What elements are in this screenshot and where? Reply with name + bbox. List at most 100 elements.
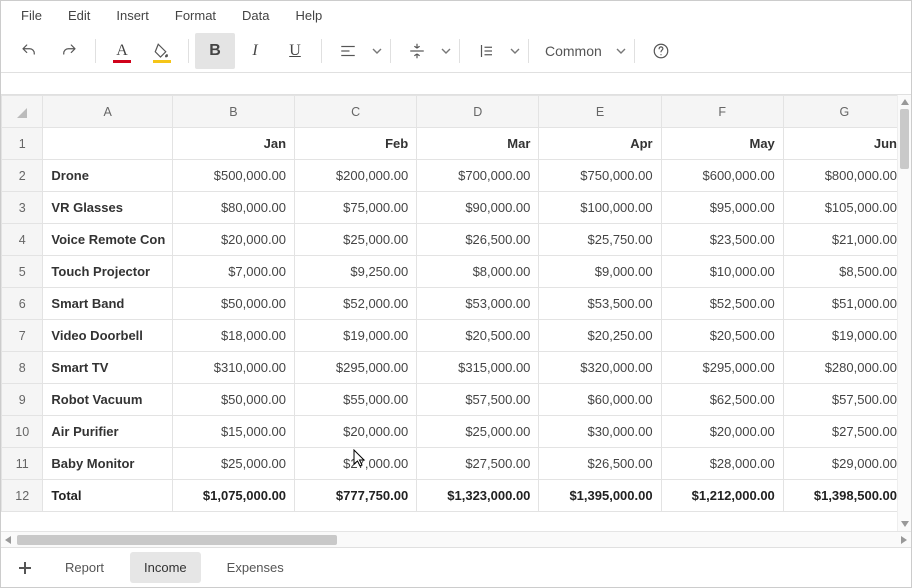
cell[interactable]: $21,000.00 (783, 224, 905, 256)
redo-button[interactable] (49, 33, 89, 69)
cell[interactable]: $600,000.00 (661, 160, 783, 192)
cell[interactable]: Smart TV (43, 352, 172, 384)
row-header[interactable]: 9 (2, 384, 43, 416)
cell[interactable]: $60,000.00 (539, 384, 661, 416)
cell[interactable]: $51,000.00 (783, 288, 905, 320)
formula-bar[interactable] (1, 73, 911, 95)
select-all-corner[interactable] (2, 96, 43, 128)
row-header[interactable]: 2 (2, 160, 43, 192)
cell[interactable]: $295,000.00 (661, 352, 783, 384)
cell[interactable]: $26,500.00 (417, 224, 539, 256)
cell[interactable]: May (661, 128, 783, 160)
row-header[interactable]: 7 (2, 320, 43, 352)
col-header[interactable]: F (661, 96, 783, 128)
cell[interactable]: Air Purifier (43, 416, 172, 448)
col-header[interactable]: A (43, 96, 172, 128)
cell[interactable]: $95,000.00 (661, 192, 783, 224)
cell[interactable]: $1,398,500.00 (783, 480, 905, 512)
cell[interactable]: $310,000.00 (172, 352, 294, 384)
row-header[interactable]: 4 (2, 224, 43, 256)
cell[interactable]: Jan (172, 128, 294, 160)
cell[interactable] (43, 128, 172, 160)
cell[interactable]: $50,000.00 (172, 288, 294, 320)
cell[interactable]: Feb (295, 128, 417, 160)
font-color-button[interactable]: A (102, 33, 142, 69)
cell[interactable]: Video Doorbell (43, 320, 172, 352)
tab-income[interactable]: Income (130, 552, 201, 583)
cell[interactable]: $25,750.00 (539, 224, 661, 256)
cell[interactable]: $18,000.00 (172, 320, 294, 352)
cell[interactable]: VR Glasses (43, 192, 172, 224)
scroll-right-arrow[interactable] (897, 533, 911, 547)
tab-report[interactable]: Report (51, 552, 118, 583)
cell[interactable]: $62,500.00 (661, 384, 783, 416)
cell[interactable]: $27,500.00 (417, 448, 539, 480)
cell[interactable]: $27,000.00 (295, 448, 417, 480)
cell[interactable]: $75,000.00 (295, 192, 417, 224)
scroll-thumb[interactable] (900, 109, 909, 169)
cell[interactable]: $105,000.00 (783, 192, 905, 224)
col-header[interactable]: E (539, 96, 661, 128)
cell[interactable]: $1,212,000.00 (661, 480, 783, 512)
vertical-scrollbar[interactable] (897, 95, 911, 531)
cell[interactable]: Jun (783, 128, 905, 160)
cell[interactable]: $1,323,000.00 (417, 480, 539, 512)
cell[interactable]: $52,500.00 (661, 288, 783, 320)
cell[interactable]: $20,250.00 (539, 320, 661, 352)
cell[interactable]: $27,500.00 (783, 416, 905, 448)
cell[interactable]: $295,000.00 (295, 352, 417, 384)
menu-help[interactable]: Help (284, 4, 335, 27)
row-header[interactable]: 6 (2, 288, 43, 320)
horizontal-scrollbar[interactable] (1, 531, 911, 547)
row-header[interactable]: 11 (2, 448, 43, 480)
cell[interactable]: $315,000.00 (417, 352, 539, 384)
cell[interactable]: Touch Projector (43, 256, 172, 288)
scroll-left-arrow[interactable] (1, 533, 15, 547)
cell[interactable]: $25,000.00 (172, 448, 294, 480)
cell[interactable]: Voice Remote Con (43, 224, 172, 256)
cell[interactable]: $100,000.00 (539, 192, 661, 224)
cell[interactable]: $200,000.00 (295, 160, 417, 192)
cell[interactable]: $29,000.00 (783, 448, 905, 480)
italic-button[interactable]: I (235, 33, 275, 69)
col-header[interactable]: B (172, 96, 294, 128)
menu-file[interactable]: File (9, 4, 54, 27)
cell[interactable]: $9,250.00 (295, 256, 417, 288)
cell[interactable]: $52,000.00 (295, 288, 417, 320)
horizontal-align-dropdown[interactable] (328, 33, 384, 69)
underline-button[interactable]: U (275, 33, 315, 69)
help-button[interactable] (641, 33, 681, 69)
add-sheet-button[interactable] (11, 554, 39, 582)
cell[interactable]: $25,000.00 (295, 224, 417, 256)
cell[interactable]: Mar (417, 128, 539, 160)
row-header[interactable]: 12 (2, 480, 43, 512)
font-name-dropdown[interactable]: Common (535, 33, 628, 69)
row-header[interactable]: 5 (2, 256, 43, 288)
undo-button[interactable] (9, 33, 49, 69)
cell[interactable]: $26,500.00 (539, 448, 661, 480)
cell[interactable]: $500,000.00 (172, 160, 294, 192)
cell[interactable]: $20,000.00 (172, 224, 294, 256)
cell[interactable]: $9,000.00 (539, 256, 661, 288)
cell[interactable]: $57,500.00 (783, 384, 905, 416)
font-name-label[interactable]: Common (535, 33, 612, 69)
row-header[interactable]: 10 (2, 416, 43, 448)
cell[interactable]: $19,000.00 (295, 320, 417, 352)
col-header[interactable]: D (417, 96, 539, 128)
cell[interactable]: $777,750.00 (295, 480, 417, 512)
row-header[interactable]: 8 (2, 352, 43, 384)
cell[interactable]: $320,000.00 (539, 352, 661, 384)
scroll-down-arrow[interactable] (898, 517, 911, 531)
cell[interactable]: $800,000.00 (783, 160, 905, 192)
spreadsheet-grid[interactable]: A B C D E F G 1JanFebMarAprMayJun2Drone$… (1, 95, 911, 531)
cell[interactable]: $53,500.00 (539, 288, 661, 320)
cell[interactable]: Drone (43, 160, 172, 192)
vertical-align-dropdown[interactable] (397, 33, 453, 69)
row-height-button[interactable] (466, 33, 506, 69)
cell[interactable]: $50,000.00 (172, 384, 294, 416)
row-height-dropdown[interactable] (466, 33, 522, 69)
cell[interactable]: $20,000.00 (661, 416, 783, 448)
row-header[interactable]: 3 (2, 192, 43, 224)
cell[interactable]: $90,000.00 (417, 192, 539, 224)
cell[interactable]: $20,500.00 (417, 320, 539, 352)
